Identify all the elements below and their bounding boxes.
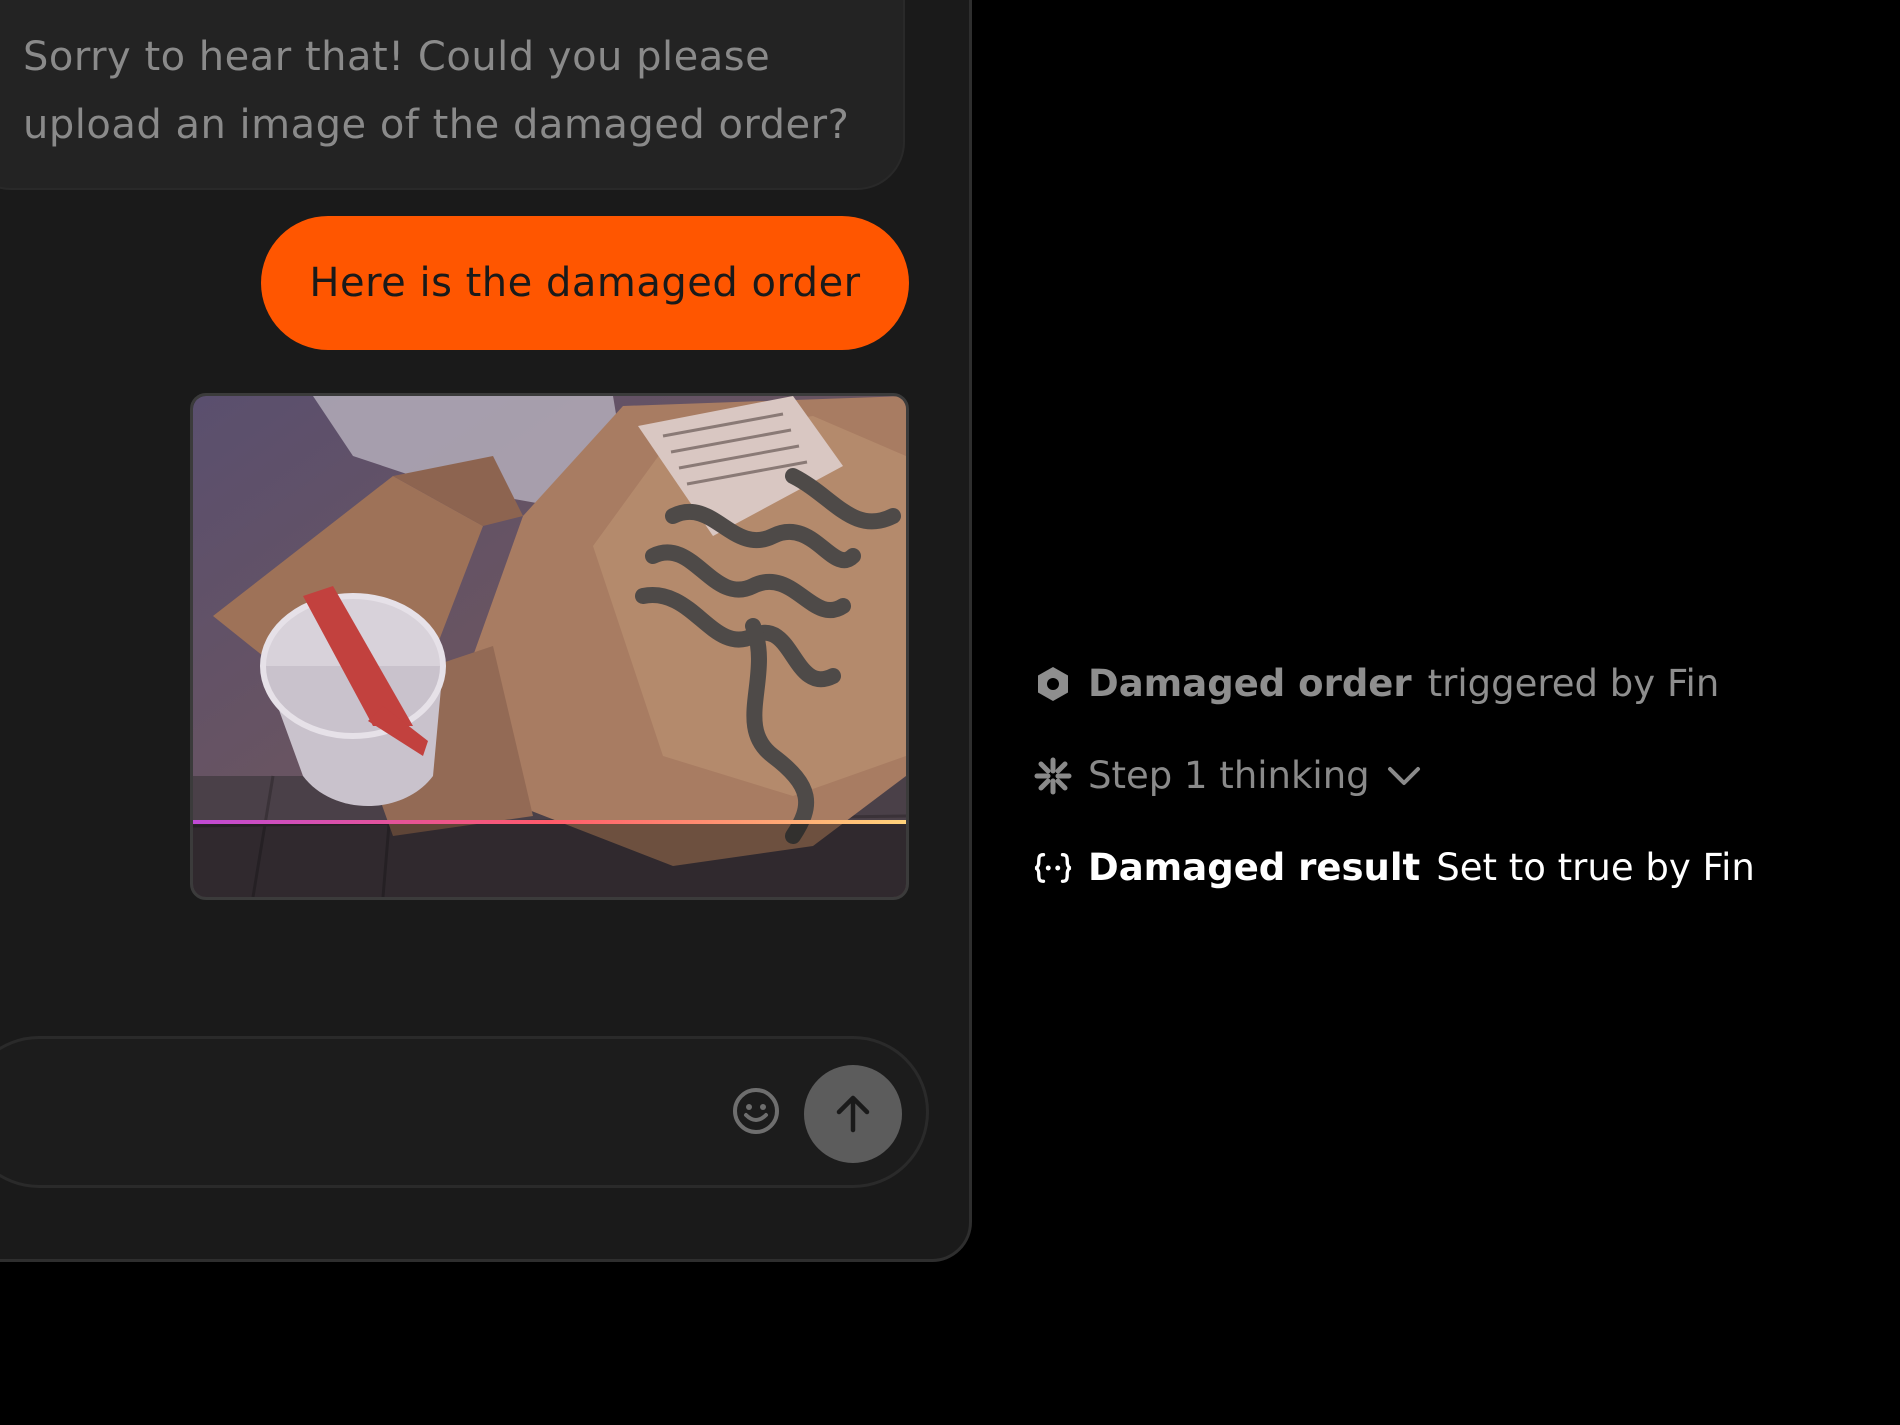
photo-lower-shade bbox=[193, 824, 906, 897]
log-result-detail: Set to true by Fin bbox=[1436, 846, 1755, 889]
log-row-trigger: Damaged order triggered by Fin bbox=[1034, 662, 1719, 705]
log-result-title: Damaged result bbox=[1088, 846, 1421, 889]
chevron-down-icon[interactable] bbox=[1386, 764, 1422, 788]
log-trigger-detail: triggered by Fin bbox=[1427, 662, 1720, 705]
user-message-bubble: Here is the damaged order bbox=[261, 216, 909, 350]
chat-panel: Sorry to hear that! Could you please upl… bbox=[0, 0, 972, 1262]
send-button[interactable] bbox=[804, 1065, 902, 1163]
hexagon-icon bbox=[1034, 665, 1072, 703]
message-composer[interactable] bbox=[0, 1036, 929, 1188]
log-trigger-title: Damaged order bbox=[1088, 662, 1412, 705]
bot-message-bubble: Sorry to hear that! Could you please upl… bbox=[0, 0, 905, 190]
log-row-thinking[interactable]: Step 1 thinking bbox=[1034, 754, 1422, 797]
user-message-text: Here is the damaged order bbox=[309, 260, 861, 306]
damaged-order-photo[interactable] bbox=[190, 393, 909, 900]
log-thinking-label: Step 1 thinking bbox=[1088, 754, 1370, 797]
bot-message-text: Sorry to hear that! Could you please upl… bbox=[23, 34, 850, 148]
scan-progress-line bbox=[193, 820, 906, 824]
variable-braces-icon bbox=[1034, 849, 1072, 887]
sparkle-icon bbox=[1034, 757, 1072, 795]
arrow-up-icon bbox=[836, 1095, 870, 1133]
smiley-icon[interactable] bbox=[731, 1086, 781, 1136]
log-row-result: Damaged result Set to true by Fin bbox=[1034, 846, 1755, 889]
